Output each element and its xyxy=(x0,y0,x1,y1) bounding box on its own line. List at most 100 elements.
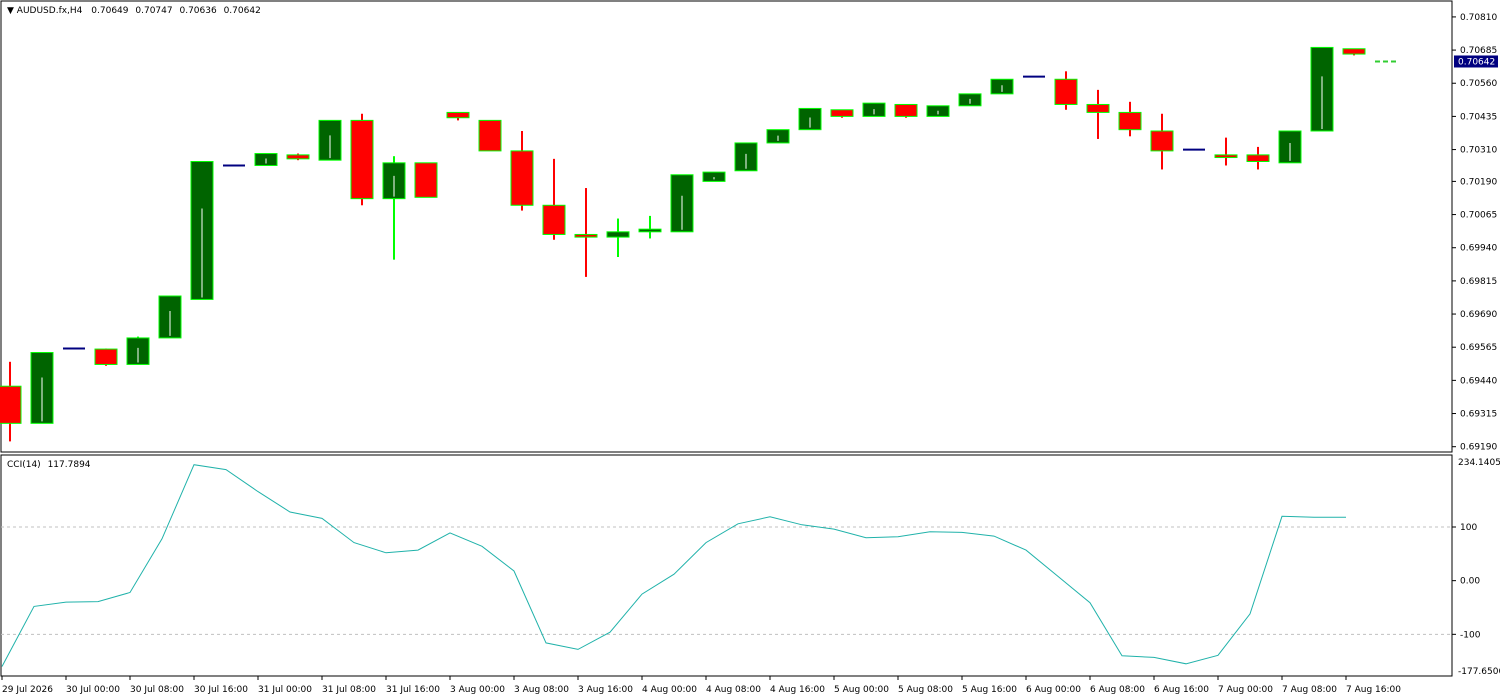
candle xyxy=(830,109,854,118)
time-tick-label: 6 Aug 00:00 xyxy=(1026,685,1081,695)
candle-body xyxy=(1246,154,1270,163)
price-tick-label: 0.69315 xyxy=(1460,410,1497,420)
candle-body xyxy=(286,154,310,160)
candle xyxy=(1342,48,1366,56)
price-tag-value: 0.70642 xyxy=(1458,57,1495,67)
time-tick-label: 7 Aug 16:00 xyxy=(1346,685,1401,695)
time-tick-label: 3 Aug 16:00 xyxy=(578,685,633,695)
candle-body xyxy=(0,385,22,424)
symbol-triangle-icon[interactable]: ▼ xyxy=(7,6,17,16)
candle-body xyxy=(606,231,630,238)
cci-name: CCI(14) xyxy=(7,460,41,470)
time-tick-label: 30 Jul 00:00 xyxy=(66,685,120,695)
candle-body xyxy=(510,150,534,206)
candle-body xyxy=(574,233,598,238)
candle xyxy=(478,119,502,152)
chart-background xyxy=(0,0,1500,700)
time-tick-label: 6 Aug 08:00 xyxy=(1090,685,1145,695)
candle-body xyxy=(1086,103,1110,113)
time-tick-label: 7 Aug 00:00 xyxy=(1218,685,1273,695)
candle-body xyxy=(638,228,662,233)
candle xyxy=(702,171,726,182)
time-tick-label: 29 Jul 2026 xyxy=(2,685,53,695)
time-tick-label: 6 Aug 16:00 xyxy=(1154,685,1209,695)
time-tick-label: 4 Aug 00:00 xyxy=(642,685,697,695)
time-tick-label: 3 Aug 00:00 xyxy=(450,685,505,695)
candle-body xyxy=(1118,111,1142,131)
price-tick-label: 0.70685 xyxy=(1460,46,1497,56)
ohlc-open: 0.70649 xyxy=(91,6,128,16)
candle xyxy=(958,93,982,107)
time-tick-label: 7 Aug 08:00 xyxy=(1282,685,1337,695)
candle-body xyxy=(1214,154,1238,159)
price-tick-label: 0.69440 xyxy=(1460,376,1497,386)
candle xyxy=(1278,130,1302,164)
candle xyxy=(990,78,1014,95)
time-tick-label: 5 Aug 08:00 xyxy=(898,685,953,695)
cci-top-label: 234.1405 xyxy=(1458,458,1500,468)
candle-body xyxy=(830,109,854,117)
candle-body xyxy=(446,111,470,119)
time-tick-label: 30 Jul 08:00 xyxy=(130,685,184,695)
candle-body xyxy=(414,162,438,198)
time-tick-label: 4 Aug 16:00 xyxy=(770,685,825,695)
candle-body xyxy=(702,171,726,182)
candle-body xyxy=(350,119,374,200)
price-tick-label: 0.70190 xyxy=(1460,177,1497,187)
candle-body xyxy=(478,119,502,152)
candle-body xyxy=(894,103,918,117)
price-tick-label: 0.69190 xyxy=(1460,443,1497,453)
candle xyxy=(1310,46,1334,132)
cci-tick-label: 100 xyxy=(1460,523,1477,533)
candle-body xyxy=(1342,48,1366,55)
candle xyxy=(190,161,214,300)
cci-bottom-label: -177.6506 xyxy=(1458,667,1500,677)
price-tick-label: 0.70435 xyxy=(1460,112,1497,122)
candle xyxy=(414,162,438,198)
time-tick-label: 31 Jul 00:00 xyxy=(258,685,312,695)
cci-tick-label: -100 xyxy=(1460,630,1481,640)
candle xyxy=(862,102,886,117)
price-tick-label: 0.70065 xyxy=(1460,211,1497,221)
time-tick-label: 30 Jul 16:00 xyxy=(194,685,248,695)
cci-value: 117.7894 xyxy=(48,460,91,470)
ohlc-close: 0.70642 xyxy=(224,6,261,16)
ohlc-low: 0.70636 xyxy=(179,6,216,16)
candle-body xyxy=(94,348,118,365)
price-tick-label: 0.69940 xyxy=(1460,244,1497,254)
candle-body xyxy=(542,204,566,235)
candle xyxy=(126,336,150,365)
price-tick-label: 0.69690 xyxy=(1460,310,1497,320)
time-tick-label: 31 Jul 16:00 xyxy=(386,685,440,695)
candle xyxy=(894,103,918,118)
time-tick-label: 3 Aug 08:00 xyxy=(514,685,569,695)
price-tick-label: 0.69815 xyxy=(1460,277,1497,287)
symbol-label: AUDUSD.fx,H4 xyxy=(17,6,83,16)
price-tick-label: 0.70310 xyxy=(1460,146,1497,156)
candle xyxy=(318,119,342,161)
time-tick-label: 4 Aug 08:00 xyxy=(706,685,761,695)
current-price-tag: 0.70642 xyxy=(1454,55,1498,68)
candle xyxy=(254,153,278,166)
price-tick-label: 0.70560 xyxy=(1460,79,1497,89)
candle xyxy=(350,113,374,206)
time-tick-label: 31 Jul 08:00 xyxy=(322,685,376,695)
ohlc-high: 0.70747 xyxy=(135,6,172,16)
candle-body xyxy=(1150,130,1174,152)
cci-tick-label: 0.00 xyxy=(1460,577,1480,587)
price-tick-label: 0.69565 xyxy=(1460,343,1497,353)
candle-body xyxy=(1054,78,1078,105)
candle xyxy=(94,348,118,366)
candle xyxy=(30,352,54,424)
candle xyxy=(286,153,310,161)
candle xyxy=(670,174,694,233)
candle xyxy=(798,107,822,131)
trading-chart[interactable]: 0.70810 0.70685 0.70560 0.70435 0.70310 0.701… xyxy=(0,0,1500,700)
time-tick-label: 5 Aug 16:00 xyxy=(962,685,1017,695)
time-tick-label: 5 Aug 00:00 xyxy=(834,685,889,695)
candle xyxy=(734,142,758,172)
candle xyxy=(926,105,950,117)
cci-title: CCI(14) 117.7894 xyxy=(7,460,91,470)
price-tick-label: 0.70810 xyxy=(1460,13,1497,23)
candle xyxy=(766,129,790,144)
